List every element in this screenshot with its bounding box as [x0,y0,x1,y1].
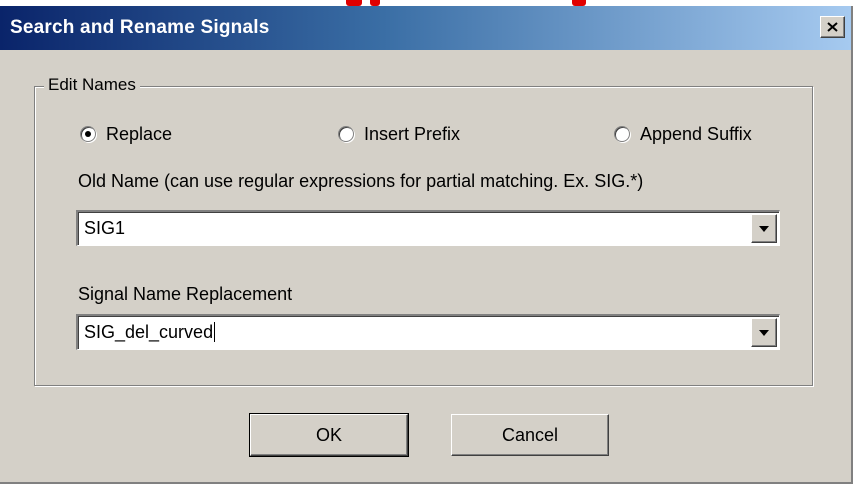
radio-circle [338,126,354,142]
radio-circle [80,126,96,142]
close-button[interactable] [820,16,845,38]
replacement-combobox[interactable]: SIG_del_curved [76,314,780,350]
chevron-down-icon [759,226,769,232]
text-caret [214,322,216,342]
old-name-label: Old Name (can use regular expressions fo… [78,171,644,191]
window-title: Search and Rename Signals [10,17,270,38]
chevron-down-icon [759,330,769,336]
old-name-combobox[interactable]: SIG1 [76,210,780,246]
old-name-dropdown-button[interactable] [751,214,777,243]
radio-insert-prefix[interactable]: Insert Prefix [338,121,460,147]
title-bar[interactable]: Search and Rename Signals [0,6,851,50]
close-icon [827,22,838,32]
replacement-label: Signal Name Replacement [78,284,293,304]
radio-insert-prefix-label: Insert Prefix [364,123,461,144]
radio-replace-label: Replace [106,123,173,144]
old-name-value: SIG1 [84,218,126,238]
replacement-dropdown-button[interactable] [751,318,777,347]
radio-replace[interactable]: Replace [80,121,172,147]
group-legend: Edit Names [44,75,140,95]
ok-button[interactable]: OK [249,413,409,457]
radio-selected-dot [85,131,91,137]
cancel-button[interactable]: Cancel [451,414,609,456]
replacement-value: SIG_del_curved [84,322,214,342]
radio-append-suffix[interactable]: Append Suffix [614,121,752,147]
replacement-value-wrapper: SIG_del_curved [84,322,216,343]
radio-append-suffix-label: Append Suffix [640,123,752,144]
radio-circle [614,126,630,142]
dialog-window: Search and Rename Signals Edit Names Rep… [0,0,853,484]
